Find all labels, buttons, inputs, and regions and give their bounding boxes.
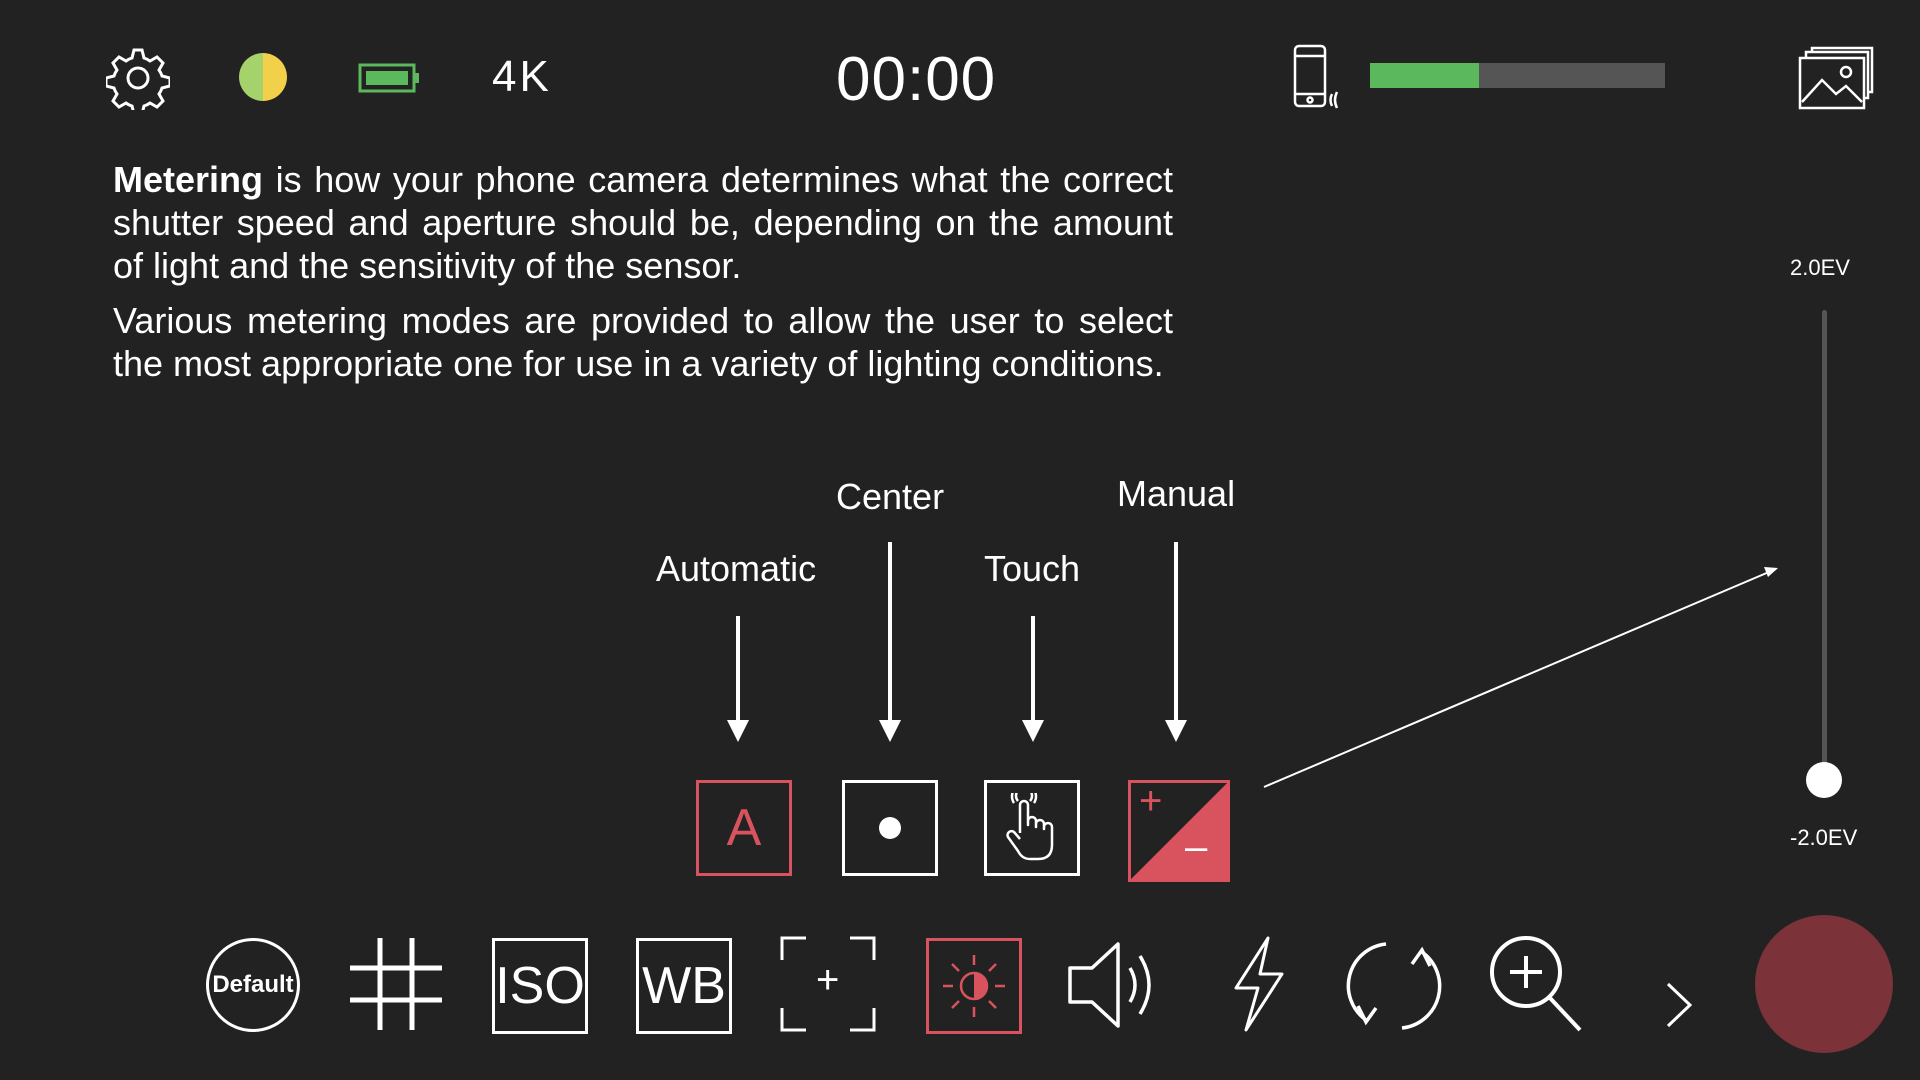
metering-automatic-button[interactable]: A (696, 780, 792, 876)
ev-slider-track[interactable] (1822, 310, 1827, 782)
ev-max-label: 2.0EV (1790, 255, 1850, 280)
wb-label: WB (642, 957, 726, 1015)
focus-button[interactable]: + (780, 936, 876, 1032)
metering-manual-button[interactable]: + – (1128, 780, 1230, 882)
pointer-arrows (727, 542, 1778, 788)
default-button[interactable]: Default (206, 938, 300, 1032)
zoom-icon[interactable] (1488, 934, 1584, 1034)
white-balance-button[interactable]: WB (636, 938, 732, 1034)
center-dot-icon (879, 817, 901, 839)
manual-minus-sign: – (1185, 825, 1208, 869)
manual-plus-sign: + (1139, 780, 1163, 823)
automatic-glyph: A (726, 799, 762, 857)
speaker-icon[interactable] (1066, 940, 1166, 1030)
switch-camera-icon[interactable] (1346, 938, 1442, 1034)
iso-label: ISO (495, 957, 585, 1015)
hand-pointer-icon (1006, 793, 1054, 861)
chevron-right-icon[interactable] (1664, 980, 1694, 1030)
flash-icon[interactable] (1228, 936, 1288, 1032)
ev-min-label: -2.0EV (1790, 825, 1858, 850)
metering-touch-button[interactable] (984, 780, 1080, 876)
ev-slider-thumb[interactable] (1806, 762, 1842, 798)
exposure-metering-button[interactable] (926, 938, 1022, 1034)
iso-button[interactable]: ISO (492, 938, 588, 1034)
grid-icon[interactable] (348, 936, 444, 1032)
exposure-sun-icon (943, 955, 1005, 1017)
default-label: Default (212, 971, 294, 998)
focus-plus: + (816, 958, 840, 1002)
record-button[interactable] (1755, 915, 1893, 1053)
metering-center-button[interactable] (842, 780, 938, 876)
ev-pointer-arrow (1263, 568, 1777, 788)
